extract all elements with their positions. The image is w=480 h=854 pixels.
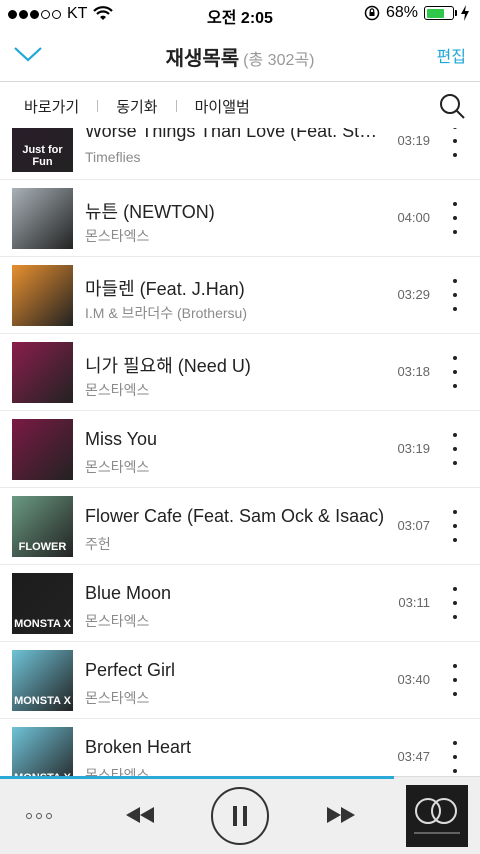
- song-row[interactable]: 뉴튼 (NEWTON) 몬스타엑스 04:00: [0, 180, 480, 257]
- song-row[interactable]: 니가 필요해 (Need U) 몬스타엑스 03:18: [0, 334, 480, 411]
- divider: [175, 100, 177, 112]
- pause-button[interactable]: [211, 787, 269, 845]
- more-vertical-icon[interactable]: [450, 279, 460, 311]
- battery-icon: [424, 6, 457, 20]
- more-vertical-icon[interactable]: [450, 510, 460, 542]
- pause-icon: [233, 806, 237, 826]
- song-artist: 몬스타엑스: [85, 228, 150, 244]
- song-row[interactable]: FLOWER Flower Cafe (Feat. Sam Ock & Isaac…: [0, 488, 480, 565]
- album-cover: MONSTA X: [12, 727, 73, 776]
- more-vertical-icon[interactable]: [450, 587, 460, 619]
- now-playing-cover[interactable]: [406, 785, 468, 847]
- song-row[interactable]: MONSTA X Blue Moon 몬스타엑스 03:11: [0, 565, 480, 642]
- song-duration: 03:29: [397, 287, 430, 302]
- song-title: 마들렌 (Feat. J.Han): [85, 279, 245, 299]
- album-cover-text: FLOWER: [18, 541, 67, 553]
- more-vertical-icon[interactable]: [450, 356, 460, 388]
- shortcut-nav: 바로가기 동기화 마이앨범: [0, 84, 480, 128]
- song-duration: 03:19: [397, 133, 430, 148]
- song-row[interactable]: MONSTA X Perfect Girl 몬스타엑스 03:40: [0, 642, 480, 719]
- album-cover: [12, 188, 73, 249]
- nav-shortcuts[interactable]: 바로가기: [24, 96, 79, 117]
- playback-progress-bar[interactable]: [0, 776, 394, 779]
- song-title: 뉴튼 (NEWTON): [85, 202, 215, 222]
- song-duration: 03:19: [397, 441, 430, 456]
- page-title: 재생목록 (총 302곡): [0, 42, 480, 71]
- song-title: Perfect Girl: [85, 660, 176, 680]
- edit-button[interactable]: 편집: [437, 43, 466, 67]
- more-vertical-icon[interactable]: [450, 433, 460, 465]
- song-duration: 03:40: [397, 672, 430, 687]
- album-cover-text: Just for Fun: [22, 144, 63, 168]
- song-artist: 몬스타엑스: [85, 690, 150, 706]
- divider: [97, 100, 99, 112]
- song-duration: 04:00: [397, 210, 430, 225]
- more-vertical-icon[interactable]: [450, 664, 460, 696]
- album-cover: [12, 419, 73, 480]
- previous-icon[interactable]: [124, 805, 156, 825]
- search-icon[interactable]: [438, 92, 466, 120]
- battery-level: [426, 8, 444, 18]
- song-title: Worse Things Than Love (Feat. Stephanie): [85, 128, 385, 141]
- album-cover: MONSTA X: [12, 573, 73, 634]
- charging-bolt-icon: [461, 5, 469, 21]
- song-artist: Timeflies: [85, 149, 141, 165]
- album-cover: [12, 265, 73, 326]
- album-cover: [12, 342, 73, 403]
- more-options-icon[interactable]: [26, 813, 52, 819]
- battery-percent: 68%: [385, 4, 418, 21]
- song-artist: 몬스타엑스: [85, 767, 150, 776]
- more-vertical-icon[interactable]: [450, 202, 460, 234]
- album-cover-text: MONSTA X: [14, 618, 71, 630]
- playlist-header: 재생목록 (총 302곡) 편집: [0, 28, 480, 82]
- song-title: Flower Cafe (Feat. Sam Ock & Isaac): [85, 506, 385, 526]
- song-artist: 몬스타엑스: [85, 382, 150, 398]
- song-duration: 03:47: [397, 749, 430, 764]
- song-title: Blue Moon: [85, 583, 172, 603]
- track-count: (총 302곡): [243, 52, 315, 69]
- song-title: 니가 필요해 (Need U): [85, 356, 251, 376]
- song-duration: 03:18: [397, 364, 430, 379]
- album-cover: FLOWER: [12, 496, 73, 557]
- next-icon[interactable]: [325, 805, 357, 825]
- song-title: Broken Heart: [85, 737, 192, 757]
- song-artist: 몬스타엑스: [85, 459, 150, 475]
- song-duration: 03:07: [397, 518, 430, 533]
- more-vertical-icon[interactable]: [450, 741, 460, 773]
- orientation-lock-icon: [364, 5, 380, 21]
- nav-sync[interactable]: 동기화: [116, 96, 157, 117]
- more-vertical-icon[interactable]: [450, 128, 460, 157]
- song-artist: 몬스타엑스: [85, 613, 150, 629]
- song-row[interactable]: MONSTA X Broken Heart 몬스타엑스 03:47: [0, 719, 480, 776]
- status-bar: KT 오전 2:05 68%: [0, 0, 480, 28]
- album-cover-text: MONSTA X: [14, 695, 71, 707]
- song-list[interactable]: Just for Fun Worse Things Than Love (Feat…: [0, 128, 480, 776]
- mini-player: [0, 776, 480, 854]
- song-duration: 03:11: [398, 595, 430, 610]
- song-artist: I.M & 브라더수 (Brothersu): [85, 305, 247, 321]
- album-cover: Just for Fun: [12, 128, 73, 172]
- album-cover: MONSTA X: [12, 650, 73, 711]
- song-row[interactable]: Miss You 몬스타엑스 03:19: [0, 411, 480, 488]
- song-row[interactable]: Just for Fun Worse Things Than Love (Feat…: [0, 128, 480, 180]
- nav-my-album[interactable]: 마이앨범: [195, 96, 250, 117]
- song-title: Miss You: [85, 429, 158, 449]
- battery-status: 68%: [364, 4, 470, 22]
- song-artist: 주헌: [85, 536, 111, 552]
- playlist-title: 재생목록: [165, 48, 240, 70]
- song-row[interactable]: 마들렌 (Feat. J.Han) I.M & 브라더수 (Brothersu) 0…: [0, 257, 480, 334]
